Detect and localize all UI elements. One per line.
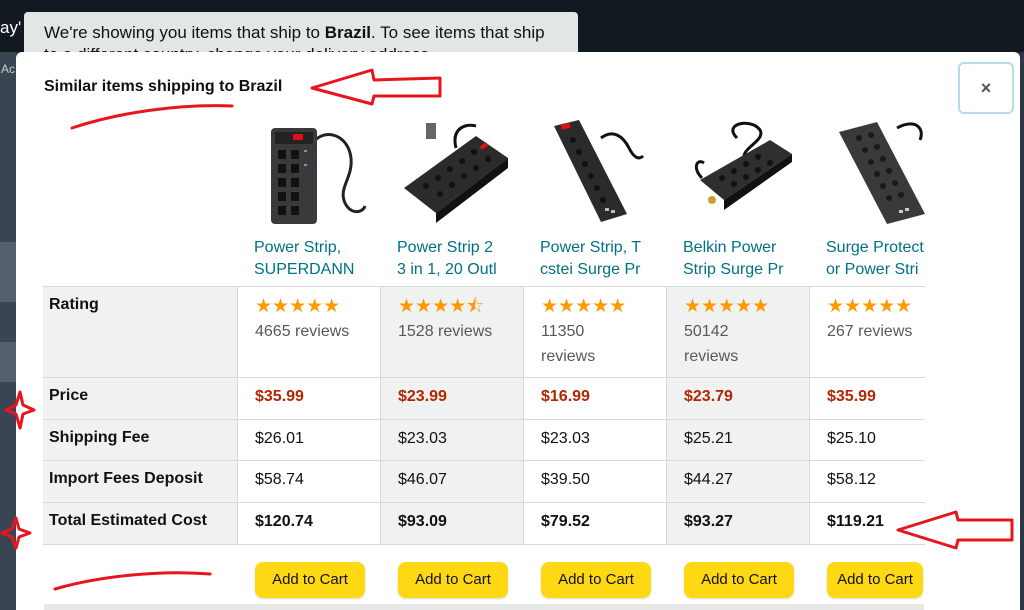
row-label-shipping: Shipping Fee	[43, 420, 237, 460]
similar-items-modal: Similar items shipping to Brazil × Power…	[16, 52, 1020, 610]
background-text-fragment: Ac	[1, 62, 16, 76]
product-image-2[interactable]	[396, 118, 516, 228]
review-count[interactable]: 4665 reviews	[255, 319, 380, 344]
total-cell: $93.09	[380, 503, 523, 544]
shipping-cell: $26.01	[237, 420, 380, 460]
notice-text: We're showing you items that ship to	[44, 23, 325, 42]
rating-cell: ★★★★★ 267 reviews	[809, 287, 925, 377]
product-image-4[interactable]	[682, 118, 802, 228]
price-row: Price $35.99 $23.99 $16.99 $23.79 $35.99	[43, 377, 925, 419]
add-to-cart-button[interactable]: Add to Cart	[255, 562, 365, 598]
row-label-total: Total Estimated Cost	[43, 503, 237, 544]
total-cost-row: Total Estimated Cost $120.74 $93.09 $79.…	[43, 502, 925, 545]
import-fee-cell: $39.50	[523, 461, 666, 502]
notice-text-after: . To see items that ship	[371, 23, 545, 42]
comparison-table: Power Strip, SUPERDANN Power Strip 23 in …	[43, 114, 925, 610]
rating-cell: ★★★★★ 50142 reviews	[666, 287, 809, 377]
product-title-3[interactable]: Power Strip, Tcstei Surge Pr	[540, 237, 655, 281]
review-count[interactable]: 267 reviews	[827, 319, 925, 344]
product-image-1[interactable]	[253, 118, 373, 228]
shipping-fee-row: Shipping Fee $26.01 $23.03 $23.03 $25.21…	[43, 419, 925, 460]
star-rating-icon[interactable]: ★★★★★	[255, 297, 380, 319]
row-label-import: Import Fees Deposit	[43, 461, 237, 502]
star-rating-icon[interactable]: ★★★★⯪	[398, 297, 523, 319]
close-button[interactable]: ×	[958, 62, 1014, 114]
import-fee-cell: $46.07	[380, 461, 523, 502]
location-notice-tooltip: We're showing you items that ship to Bra…	[24, 12, 578, 56]
horizontal-scrollbar[interactable]	[44, 604, 924, 610]
review-count[interactable]: 1528 reviews	[398, 319, 523, 344]
shipping-cell: $25.10	[809, 420, 925, 460]
product-title-2[interactable]: Power Strip 23 in 1, 20 Outl	[397, 237, 512, 281]
add-to-cart-button[interactable]: Add to Cart	[684, 562, 794, 598]
total-cell: $79.52	[523, 503, 666, 544]
row-label-rating: Rating	[43, 287, 237, 377]
notice-country: Brazil	[324, 23, 372, 42]
background-image-block	[0, 242, 16, 302]
product-title-4[interactable]: Belkin Power Strip Surge Pr	[683, 237, 798, 281]
price-cell: $35.99	[809, 378, 925, 419]
rating-cell: ★★★★⯪ 1528 reviews	[380, 287, 523, 377]
import-fee-cell: $58.12	[809, 461, 925, 502]
price-cell: $23.79	[666, 378, 809, 419]
modal-title: Similar items shipping to Brazil	[44, 78, 283, 95]
price-cell: $23.99	[380, 378, 523, 419]
import-fee-cell: $44.27	[666, 461, 809, 502]
rating-cell: ★★★★★ 4665 reviews	[237, 287, 380, 377]
shipping-cell: $23.03	[380, 420, 523, 460]
star-rating-icon[interactable]: ★★★★★	[827, 297, 925, 319]
background-image-block	[0, 342, 16, 382]
price-cell: $16.99	[523, 378, 666, 419]
row-label-price: Price	[43, 378, 237, 419]
total-cell: $93.27	[666, 503, 809, 544]
review-count[interactable]: 11350 reviews	[541, 319, 666, 369]
product-title-5[interactable]: Surge Protect or Power Stri	[826, 237, 925, 281]
shipping-cell: $25.21	[666, 420, 809, 460]
review-count[interactable]: 50142 reviews	[684, 319, 809, 369]
import-fees-row: Import Fees Deposit $58.74 $46.07 $39.50…	[43, 460, 925, 502]
product-image-5[interactable]	[825, 118, 925, 228]
add-to-cart-button[interactable]: Add to Cart	[541, 562, 651, 598]
rating-cell: ★★★★★ 11350 reviews	[523, 287, 666, 377]
price-cell: $35.99	[237, 378, 380, 419]
star-rating-icon[interactable]: ★★★★★	[684, 297, 809, 319]
page-background-strip	[1020, 52, 1024, 610]
rating-row: Rating ★★★★★ 4665 reviews ★★★★⯪ 1528 rev…	[43, 286, 925, 377]
total-cell: $119.21	[809, 503, 925, 544]
shipping-cell: $23.03	[523, 420, 666, 460]
product-title-1[interactable]: Power Strip, SUPERDANN	[254, 237, 369, 281]
add-to-cart-button[interactable]: Add to Cart	[827, 562, 923, 598]
total-cell: $120.74	[237, 503, 380, 544]
star-rating-icon[interactable]: ★★★★★	[541, 297, 666, 319]
product-image-3[interactable]	[539, 118, 659, 228]
header-text-fragment: ay'	[0, 18, 22, 37]
page-background-strip: Ac	[0, 52, 16, 610]
import-fee-cell: $58.74	[237, 461, 380, 502]
add-to-cart-button[interactable]: Add to Cart	[398, 562, 508, 598]
